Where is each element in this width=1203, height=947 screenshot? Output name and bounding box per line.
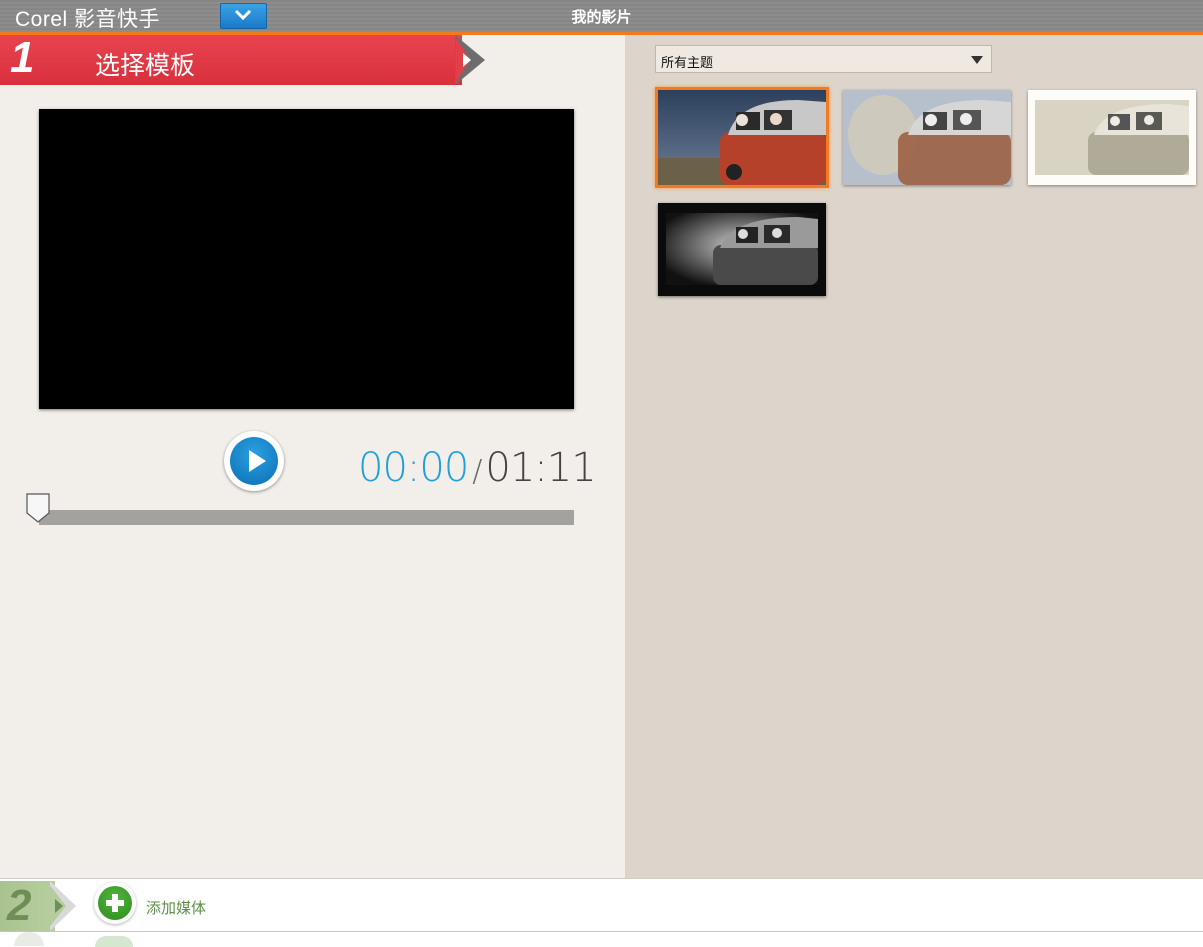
step2-badge[interactable]: 2 bbox=[0, 881, 80, 931]
chevron-right-icon bbox=[463, 53, 471, 67]
theme-filter-dropdown[interactable]: 所有主题 bbox=[655, 45, 992, 73]
title-bar: Corel 影音快手 我的影片 bbox=[0, 0, 1203, 35]
theme-thumbnail-4[interactable] bbox=[658, 203, 826, 296]
chevron-right-icon bbox=[55, 899, 63, 913]
left-pane: 1 选择模板 00:00/01:11 bbox=[0, 33, 625, 878]
van-image bbox=[658, 90, 826, 185]
step1-banner[interactable]: 1 选择模板 bbox=[0, 33, 490, 87]
timeline-scrubber[interactable] bbox=[26, 493, 50, 523]
right-pane: 所有主题 bbox=[625, 35, 1203, 878]
play-button[interactable] bbox=[224, 431, 284, 491]
add-media-button[interactable] bbox=[94, 882, 136, 924]
timecode: 00:00/01:11 bbox=[358, 445, 597, 491]
play-icon bbox=[249, 450, 266, 472]
window-title: 我的影片 bbox=[571, 8, 632, 26]
current-time: 00:00 bbox=[358, 445, 469, 491]
video-preview[interactable] bbox=[39, 109, 574, 409]
van-image bbox=[1035, 100, 1189, 175]
step-title: 选择模板 bbox=[95, 51, 196, 80]
theme-thumbnail-2[interactable] bbox=[843, 90, 1011, 185]
bottom-steps-bar: 2 添加媒体 bbox=[0, 878, 1203, 947]
step-number: 1 bbox=[10, 33, 35, 82]
add-media-label[interactable]: 添加媒体 bbox=[146, 897, 206, 918]
theme-filter-value: 所有主题 bbox=[661, 56, 714, 71]
van-image bbox=[658, 203, 826, 296]
timeline-track[interactable] bbox=[39, 510, 574, 525]
step2-number: 2 bbox=[7, 881, 32, 930]
caret-down-icon bbox=[971, 56, 983, 64]
van-image bbox=[843, 90, 1011, 185]
time-separator: / bbox=[472, 454, 482, 489]
total-time: 01:11 bbox=[485, 445, 596, 491]
theme-thumbnail-1[interactable] bbox=[655, 87, 829, 188]
theme-thumbnail-3[interactable] bbox=[1028, 90, 1196, 185]
